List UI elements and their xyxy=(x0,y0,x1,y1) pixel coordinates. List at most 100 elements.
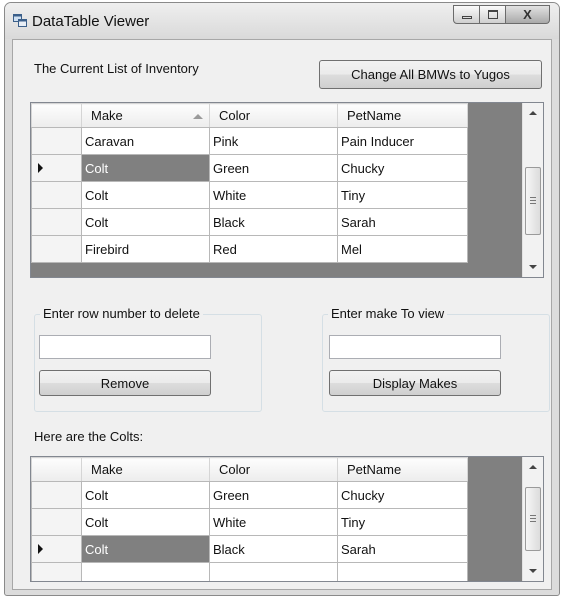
column-header-color[interactable]: Color xyxy=(209,457,338,482)
cell-color[interactable]: White xyxy=(209,508,338,536)
cell-make[interactable]: Colt xyxy=(81,181,210,209)
cell-petname[interactable] xyxy=(337,562,468,581)
scroll-thumb-grip-icon xyxy=(530,515,536,516)
cell-make[interactable]: Colt xyxy=(81,508,210,536)
column-header-make[interactable]: Make xyxy=(81,457,210,482)
cell-color[interactable]: White xyxy=(209,181,338,209)
scroll-thumb-grip-icon xyxy=(530,518,536,519)
row-number-input[interactable] xyxy=(39,335,211,359)
scroll-up-icon[interactable] xyxy=(529,111,537,115)
scroll-thumb-grip-icon xyxy=(530,203,536,204)
column-header-label: Make xyxy=(91,108,123,123)
scroll-thumb[interactable] xyxy=(525,167,541,235)
scroll-down-icon[interactable] xyxy=(529,265,537,269)
table-row[interactable]: Colt Black Sarah xyxy=(31,208,468,236)
column-header-color[interactable]: Color xyxy=(209,103,338,128)
window-title: DataTable Viewer xyxy=(32,13,150,30)
scroll-thumb-grip-icon xyxy=(530,521,536,522)
table-row[interactable]: Colt Green Chucky xyxy=(31,481,468,509)
current-row-arrow-icon xyxy=(38,163,43,173)
cell-petname[interactable]: Chucky xyxy=(337,154,468,182)
remove-button[interactable]: Remove xyxy=(39,370,211,396)
change-bmws-button[interactable]: Change All BMWs to Yugos xyxy=(319,60,542,89)
inventory-table: Make Color PetName Caravan Pink Pain Ind… xyxy=(31,103,468,263)
cell-color[interactable] xyxy=(209,562,338,581)
scroll-down-icon[interactable] xyxy=(529,569,537,573)
header-row: Make Color PetName xyxy=(31,457,468,482)
row-header-cell[interactable] xyxy=(31,154,82,182)
cell-make-selected[interactable]: Colt xyxy=(81,535,210,563)
cell-make[interactable]: Colt xyxy=(81,481,210,509)
main-window: DataTable Viewer X The Current List of I… xyxy=(4,2,560,596)
column-header-label: Color xyxy=(219,108,251,123)
table-row[interactable]: Colt Black Sarah xyxy=(31,535,468,563)
top-left-header-cell[interactable] xyxy=(31,103,82,128)
cell-make[interactable]: Firebird xyxy=(81,235,210,263)
row-header-cell[interactable] xyxy=(31,481,82,509)
row-header-cell[interactable] xyxy=(31,535,82,563)
cell-petname[interactable]: Mel xyxy=(337,235,468,263)
row-header-cell[interactable] xyxy=(31,208,82,236)
current-row-arrow-icon xyxy=(38,544,43,554)
colts-label: Here are the Colts: xyxy=(34,429,144,444)
table-row[interactable]: Colt White Tiny xyxy=(31,181,468,209)
cell-petname[interactable]: Chucky xyxy=(337,481,468,509)
inventory-grid[interactable]: Make Color PetName Caravan Pink Pain Ind… xyxy=(30,102,544,278)
cell-petname[interactable]: Sarah xyxy=(337,535,468,563)
top-left-header-cell[interactable] xyxy=(31,457,82,482)
colts-grid[interactable]: Make Color PetName Colt Green Chucky Col… xyxy=(30,456,544,582)
view-make-groupbox: Enter make To view Display Makes xyxy=(322,306,550,412)
colts-scrollbar[interactable] xyxy=(522,457,543,581)
table-row[interactable]: Colt Green Chucky xyxy=(31,154,468,182)
row-header-cell[interactable] xyxy=(31,508,82,536)
cell-color[interactable]: Green xyxy=(209,154,338,182)
close-icon[interactable]: X xyxy=(506,5,550,24)
row-header-cell[interactable] xyxy=(31,181,82,209)
maximize-icon[interactable] xyxy=(480,5,506,24)
title-bar[interactable]: DataTable Viewer X xyxy=(5,3,559,39)
column-header-petname[interactable]: PetName xyxy=(337,457,468,482)
inventory-label: The Current List of Inventory xyxy=(34,61,199,76)
cell-petname[interactable]: Pain Inducer xyxy=(337,127,468,155)
cell-color[interactable]: Green xyxy=(209,481,338,509)
row-header-cell[interactable] xyxy=(31,235,82,263)
make-input[interactable] xyxy=(329,335,501,359)
minimize-icon[interactable] xyxy=(453,5,480,24)
cell-make[interactable]: Colt xyxy=(81,208,210,236)
cell-petname[interactable]: Tiny xyxy=(337,181,468,209)
table-row[interactable] xyxy=(31,562,468,581)
table-row[interactable]: Caravan Pink Pain Inducer xyxy=(31,127,468,155)
scroll-thumb-grip-icon xyxy=(530,200,536,201)
table-row[interactable]: Colt White Tiny xyxy=(31,508,468,536)
cell-petname[interactable]: Tiny xyxy=(337,508,468,536)
header-row: Make Color PetName xyxy=(31,103,468,128)
colts-table: Make Color PetName Colt Green Chucky Col… xyxy=(31,457,468,581)
delete-row-groupbox: Enter row number to delete Remove xyxy=(34,306,262,412)
cell-petname[interactable]: Sarah xyxy=(337,208,468,236)
scroll-up-icon[interactable] xyxy=(529,465,537,469)
column-header-label: PetName xyxy=(347,462,402,477)
form-client-area: The Current List of Inventory Change All… xyxy=(12,39,552,590)
app-icon xyxy=(13,14,27,27)
row-header-cell[interactable] xyxy=(31,127,82,155)
cell-make[interactable]: Caravan xyxy=(81,127,210,155)
display-makes-button[interactable]: Display Makes xyxy=(329,370,501,396)
cell-color[interactable]: Pink xyxy=(209,127,338,155)
cell-make-selected[interactable]: Colt xyxy=(81,154,210,182)
delete-group-title: Enter row number to delete xyxy=(40,306,203,321)
close-glyph: X xyxy=(523,7,532,22)
inventory-scrollbar[interactable] xyxy=(522,103,543,277)
cell-make[interactable] xyxy=(81,562,210,581)
cell-color[interactable]: Red xyxy=(209,235,338,263)
scroll-thumb[interactable] xyxy=(525,487,541,551)
column-header-make[interactable]: Make xyxy=(81,103,210,128)
cell-color[interactable]: Black xyxy=(209,208,338,236)
scroll-thumb-grip-icon xyxy=(530,197,536,198)
column-header-petname[interactable]: PetName xyxy=(337,103,468,128)
cell-color[interactable]: Black xyxy=(209,535,338,563)
row-header-cell[interactable] xyxy=(31,562,82,581)
column-header-label: Make xyxy=(91,462,123,477)
column-header-label: PetName xyxy=(347,108,402,123)
column-header-label: Color xyxy=(219,462,251,477)
table-row[interactable]: Firebird Red Mel xyxy=(31,235,468,263)
